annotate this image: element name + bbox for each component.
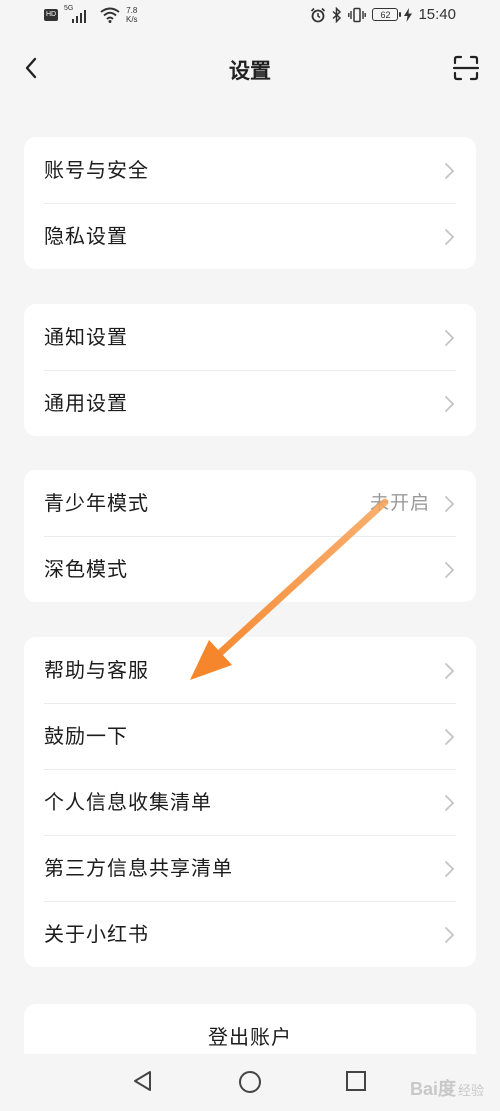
chevron-right-icon (445, 330, 455, 346)
hd-badge: HD (44, 9, 58, 21)
setting-row-third-party-sharing[interactable]: 第三方信息共享清单 (24, 835, 476, 901)
chevron-right-icon (445, 562, 455, 578)
setting-label: 通用设置 (44, 391, 128, 415)
setting-row-privacy[interactable]: 隐私设置 (24, 203, 476, 269)
chevron-right-icon (445, 861, 455, 877)
settings-group-general: 通知设置 通用设置 (24, 304, 476, 436)
square-recents-icon[interactable] (345, 1070, 367, 1092)
chevron-right-icon (445, 396, 455, 412)
charging-icon (404, 7, 413, 22)
triangle-back-icon[interactable] (132, 1070, 154, 1092)
chevron-right-icon (445, 927, 455, 943)
wifi-icon (100, 7, 120, 23)
page-title: 设置 (229, 59, 271, 83)
baidu-watermark: Bai度 经验 (409, 1079, 484, 1099)
settings-group-display: 青少年模式 未开启 深色模式 (24, 470, 476, 602)
scan-icon[interactable] (452, 54, 480, 82)
status-bar: HD 5G 7.8 K/s 62 15:40 (0, 0, 500, 34)
cellular-signal-icon: 5G (64, 5, 94, 23)
alarm-icon (311, 7, 326, 22)
nav-header: 设置 (0, 44, 500, 94)
setting-label: 帮助与客服 (44, 658, 149, 682)
setting-label: 个人信息收集清单 (44, 790, 212, 814)
setting-row-about[interactable]: 关于小红书 (24, 901, 476, 967)
settings-group-account: 账号与安全 隐私设置 (24, 137, 476, 269)
setting-row-help-support[interactable]: 帮助与客服 (24, 637, 476, 703)
setting-row-notifications[interactable]: 通知设置 (24, 304, 476, 370)
setting-row-personal-info-list[interactable]: 个人信息收集清单 (24, 769, 476, 835)
setting-label: 鼓励一下 (44, 724, 128, 748)
setting-label: 隐私设置 (44, 224, 128, 248)
battery-icon: 62 (372, 8, 402, 21)
chevron-right-icon (445, 729, 455, 745)
setting-label: 第三方信息共享清单 (44, 856, 233, 880)
settings-group-about: 帮助与客服 鼓励一下 个人信息收集清单 第三方信息共享清单 关于小红书 (24, 637, 476, 967)
status-time: 15:40 (418, 6, 456, 23)
setting-row-youth-mode[interactable]: 青少年模式 未开启 (24, 470, 476, 536)
setting-label: 账号与安全 (44, 158, 149, 182)
setting-label: 通知设置 (44, 325, 128, 349)
chevron-right-icon (445, 229, 455, 245)
setting-label: 青少年模式 (44, 491, 149, 515)
network-speed: 7.8 K/s (126, 6, 138, 24)
chevron-right-icon (445, 496, 455, 512)
setting-row-dark-mode[interactable]: 深色模式 (24, 536, 476, 602)
setting-label: 关于小红书 (44, 922, 149, 946)
chevron-right-icon (445, 795, 455, 811)
circle-home-icon[interactable] (238, 1070, 262, 1094)
setting-row-encourage[interactable]: 鼓励一下 (24, 703, 476, 769)
vibrate-icon (348, 7, 367, 22)
setting-row-account-security[interactable]: 账号与安全 (24, 137, 476, 203)
setting-row-general[interactable]: 通用设置 (24, 370, 476, 436)
youth-mode-status: 未开启 (369, 492, 430, 514)
status-bar-left: HD 5G 7.8 K/s (44, 5, 138, 24)
bluetooth-icon (332, 6, 342, 23)
status-bar-right: 62 15:40 (310, 6, 456, 23)
chevron-right-icon (445, 163, 455, 179)
setting-label: 深色模式 (44, 557, 128, 581)
chevron-right-icon (445, 663, 455, 679)
